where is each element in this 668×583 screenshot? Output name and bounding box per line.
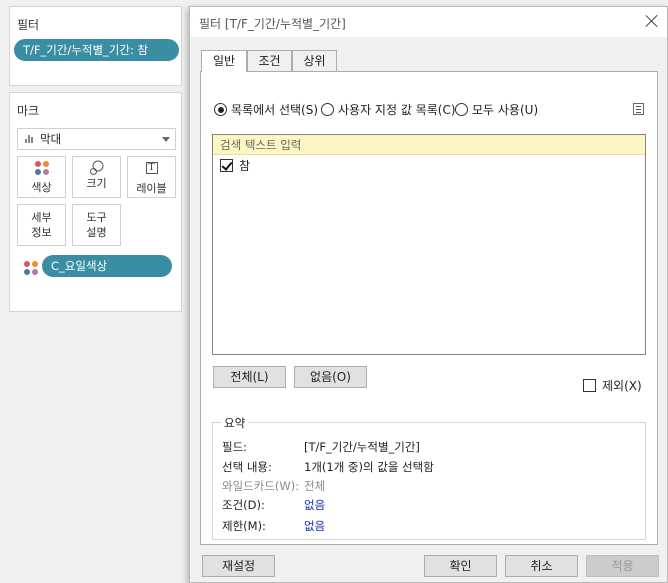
apply-button[interactable]: 적용 [586, 555, 659, 577]
detail-button[interactable]: 세부 정보 [17, 204, 66, 246]
color-dots-icon [34, 161, 49, 175]
summary-key: 선택 내용: [222, 460, 272, 474]
size-button[interactable]: 크기 [72, 156, 121, 198]
color-field-icon [24, 261, 38, 275]
general-tab-panel: 목록에서 선택(S) 사용자 지정 값 목록(C) 모두 사용(U) 검색 텍스… [200, 71, 658, 545]
summary-key: 조건(D): [222, 498, 265, 512]
exclude-label: 제외(X) [602, 379, 642, 393]
value-list: 검색 텍스트 입력 참 [212, 134, 646, 355]
color-button[interactable]: 색상 [17, 156, 66, 198]
filters-title: 필터 [17, 18, 40, 32]
summary-limit-link[interactable]: 없음 [304, 518, 325, 534]
detail-label-line2: 정보 [31, 226, 52, 239]
summary-key: 필드: [222, 440, 248, 454]
detail-label-line1: 세부 [31, 211, 52, 224]
tab-general[interactable]: 일반 [201, 50, 247, 72]
radio-label: 사용자 지정 값 목록(C) [338, 103, 456, 117]
radio-circle [455, 103, 468, 116]
close-icon[interactable] [645, 14, 659, 28]
radio-label: 모두 사용(U) [472, 103, 539, 117]
reset-button[interactable]: 재설정 [202, 555, 275, 577]
tab-top[interactable]: 상위 [292, 50, 337, 71]
filter-dialog: 필터 [T/F_기간/누적별_기간] 일반 조건 상위 목록에서 선택(S) 사… [189, 6, 668, 583]
item-label: 참 [239, 159, 251, 173]
marks-card: 마크 막대 색상 크기 T 레이블 세부 정보 도구 설명 C_요일색상 [9, 92, 182, 312]
filters-shelf: 필터 T/F_기간/누적별_기간: 참 [9, 6, 182, 86]
ok-button[interactable]: 확인 [424, 555, 497, 577]
select-all-button[interactable]: 전체(L) [213, 366, 286, 388]
tooltip-label-line1: 도구 [86, 211, 107, 224]
bar-chart-icon [25, 135, 35, 143]
search-input[interactable]: 검색 텍스트 입력 [213, 135, 645, 155]
mark-type-dropdown[interactable]: 막대 [17, 128, 176, 150]
list-menu-icon[interactable] [633, 103, 644, 115]
radio-circle [214, 103, 227, 116]
summary-value: [T/F_기간/누적별_기간] [304, 440, 420, 454]
summary-key: 와일드카드(W): [222, 479, 300, 493]
text-label-icon: T [145, 162, 158, 174]
dialog-titlebar: 필터 [T/F_기간/누적별_기간] [190, 7, 667, 37]
tooltip-button[interactable]: 도구 설명 [72, 204, 121, 246]
mark-type-label: 막대 [40, 132, 62, 146]
summary-legend: 요약 [221, 415, 249, 431]
radio-label: 목록에서 선택(S) [231, 103, 319, 117]
exclude-checkbox[interactable]: 제외(X) [583, 378, 642, 394]
color-button-label: 색상 [31, 181, 52, 194]
radio-circle [321, 103, 334, 116]
summary-condition-link[interactable]: 없음 [304, 497, 325, 513]
summary-value: 전체 [304, 479, 326, 493]
size-icon [89, 160, 103, 175]
tab-condition[interactable]: 조건 [247, 50, 292, 71]
filter-pill[interactable]: T/F_기간/누적별_기간: 참 [14, 39, 179, 61]
dialog-title: 필터 [T/F_기간/누적별_기간] [199, 17, 346, 31]
exclude-box[interactable] [583, 379, 596, 392]
label-button[interactable]: T 레이블 [127, 156, 176, 198]
cancel-button[interactable]: 취소 [505, 555, 578, 577]
item-checkbox[interactable] [220, 159, 233, 172]
select-none-button[interactable]: 없음(O) [294, 366, 367, 388]
summary-key: 제한(M): [222, 519, 266, 533]
size-button-label: 크기 [86, 177, 107, 190]
marks-title: 마크 [17, 104, 40, 118]
color-field-pill[interactable]: C_요일색상 [42, 255, 172, 277]
summary-group: 요약 필드: [T/F_기간/누적별_기간] 선택 내용: 1개(1개 중)의 … [212, 415, 646, 540]
chevron-down-icon [162, 137, 170, 142]
tooltip-label-line2: 설명 [86, 226, 107, 239]
label-button-label: 레이블 [136, 182, 167, 195]
summary-value: 1개(1개 중)의 값을 선택함 [304, 460, 434, 474]
